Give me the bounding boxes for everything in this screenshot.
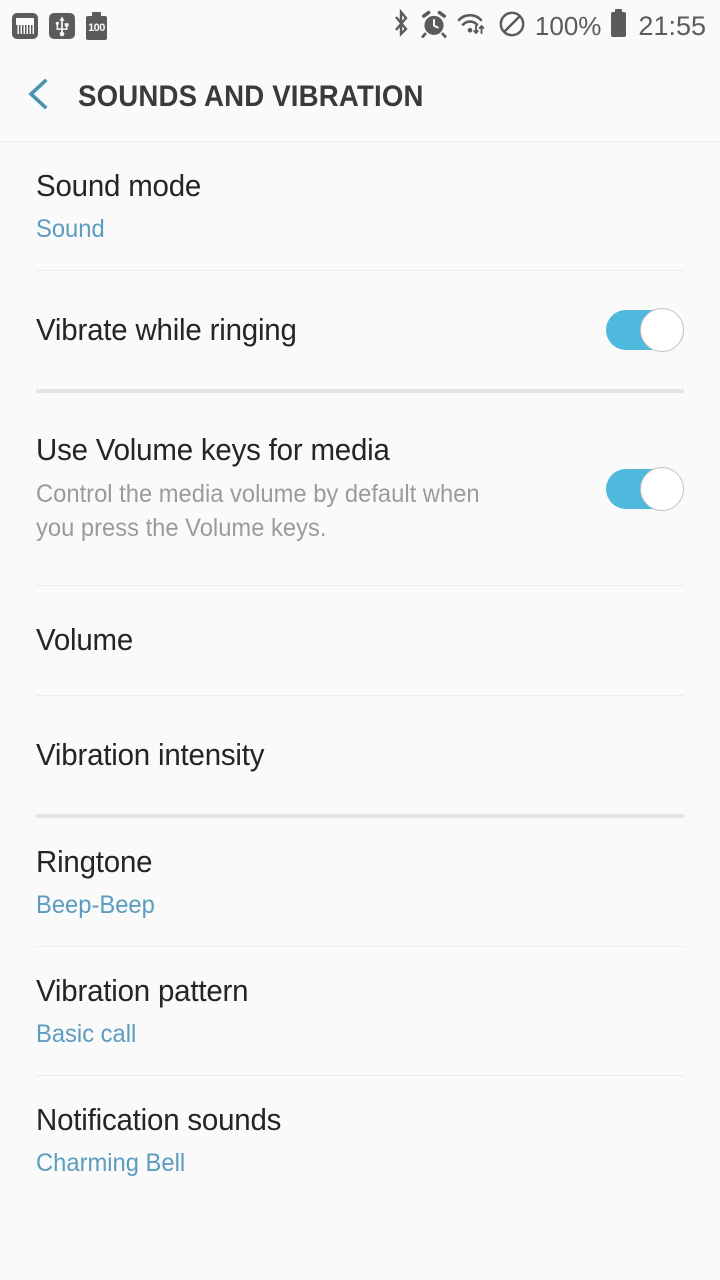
status-bar-left-icons: 100 [12, 12, 107, 40]
status-bar-clock: 21:55 [638, 10, 706, 41]
settings-row-vibrate-while-ringing[interactable]: Vibrate while ringing [0, 271, 720, 389]
battery-icon [610, 8, 627, 44]
row-title: Notification sounds [36, 1102, 282, 1138]
status-bar: 100 100% 21:55 [0, 0, 720, 52]
toggle-knob [640, 467, 684, 511]
alarm-icon [420, 10, 448, 43]
settings-row-volume[interactable]: Volume [0, 586, 720, 695]
page-title: SOUNDS AND VIBRATION [78, 79, 424, 113]
row-value: Basic call [36, 1019, 137, 1048]
wifi-transfer-icon [457, 10, 489, 43]
toggle-knob [640, 308, 684, 352]
row-text: Use Volume keys for media Control the me… [36, 432, 586, 545]
row-text: Vibrate while ringing [36, 312, 586, 349]
row-text: Volume [36, 622, 684, 659]
battery-saver-icon: 100 [86, 12, 107, 40]
back-button[interactable] [0, 52, 78, 142]
row-value: Beep-Beep [36, 890, 155, 919]
settings-row-ringtone[interactable]: Ringtone Beep-Beep [0, 818, 720, 946]
battery-saver-value: 100 [86, 16, 107, 40]
settings-list: Sound mode Sound Vibrate while ringing U… [0, 142, 720, 1204]
row-title: Vibration intensity [36, 736, 265, 772]
row-description: Control the media volume by default when… [36, 480, 480, 543]
row-value: Charming Bell [36, 1148, 186, 1177]
settings-row-sound-mode[interactable]: Sound mode Sound [0, 142, 720, 270]
chevron-left-icon [24, 77, 54, 116]
settings-row-vibration-intensity[interactable]: Vibration intensity [0, 696, 720, 814]
row-title: Use Volume keys for media [36, 432, 390, 468]
row-text: Sound mode Sound [36, 168, 684, 244]
status-bar-right-icons: 100% 21:55 [391, 8, 706, 44]
usb-icon [49, 13, 75, 39]
do-not-disturb-icon [498, 10, 526, 43]
row-title: Vibration pattern [36, 973, 249, 1009]
row-text: Vibration intensity [36, 737, 684, 774]
battery-percentage: 100% [534, 11, 602, 41]
gallery-icon [12, 13, 38, 39]
toggle-use-volume-keys-for-media[interactable] [606, 467, 684, 511]
app-header: SOUNDS AND VIBRATION [0, 52, 720, 142]
row-title: Sound mode [36, 168, 202, 204]
row-title: Ringtone [36, 844, 153, 880]
row-text: Ringtone Beep-Beep [36, 844, 684, 920]
row-text: Vibration pattern Basic call [36, 973, 684, 1049]
settings-row-notification-sounds[interactable]: Notification sounds Charming Bell [0, 1076, 720, 1204]
settings-row-use-volume-keys-for-media[interactable]: Use Volume keys for media Control the me… [0, 393, 720, 585]
row-title: Volume [36, 622, 134, 658]
row-text: Notification sounds Charming Bell [36, 1102, 684, 1178]
row-value: Sound [36, 214, 105, 243]
row-title: Vibrate while ringing [36, 311, 297, 347]
toggle-vibrate-while-ringing[interactable] [606, 308, 684, 352]
settings-row-vibration-pattern[interactable]: Vibration pattern Basic call [0, 947, 720, 1075]
bluetooth-icon [391, 8, 411, 44]
